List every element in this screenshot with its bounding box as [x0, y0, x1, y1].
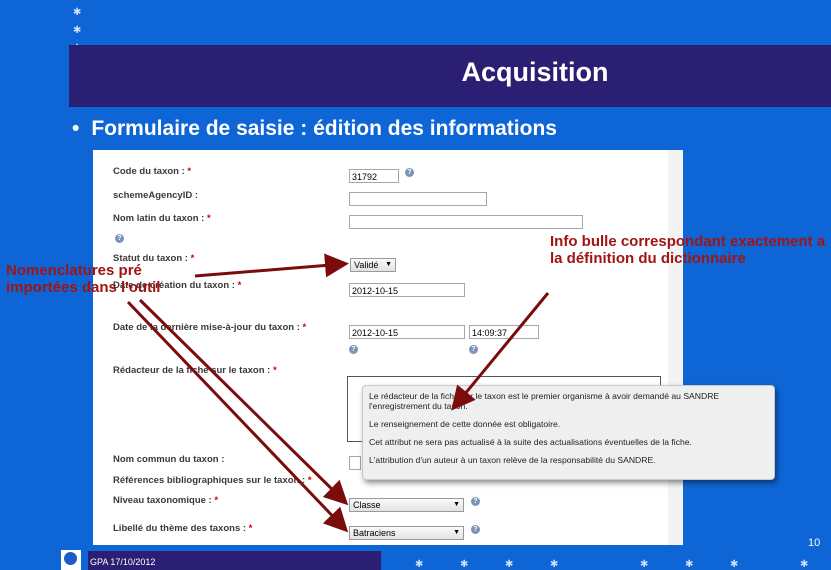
footer-date: GPA 17/10/2012: [90, 557, 156, 567]
decor-dot: ✱: [415, 559, 424, 570]
decor-dot: ✱: [505, 559, 514, 570]
decor-dot: ✱: [800, 559, 809, 570]
logo-icon: [61, 550, 81, 570]
arrow-to-tooltip: [451, 292, 550, 411]
decor-dot: ✱: [730, 559, 739, 570]
page-number: 10: [808, 537, 821, 549]
decor-dot: ✱: [685, 559, 694, 570]
arrow-to-statut: [194, 253, 349, 278]
decor-dot: ✱: [550, 559, 559, 570]
arrow-to-libelle: [126, 300, 349, 533]
decor-dot: ✱: [640, 559, 649, 570]
decor-dot: ✱: [460, 559, 469, 570]
annotation-nomenclatures: Nomenclatures pré importées dans l'outil: [6, 262, 161, 296]
annotation-info-bulle: Info bulle correspondant exactement a la…: [550, 233, 826, 267]
arrow-to-niveau: [138, 298, 349, 506]
